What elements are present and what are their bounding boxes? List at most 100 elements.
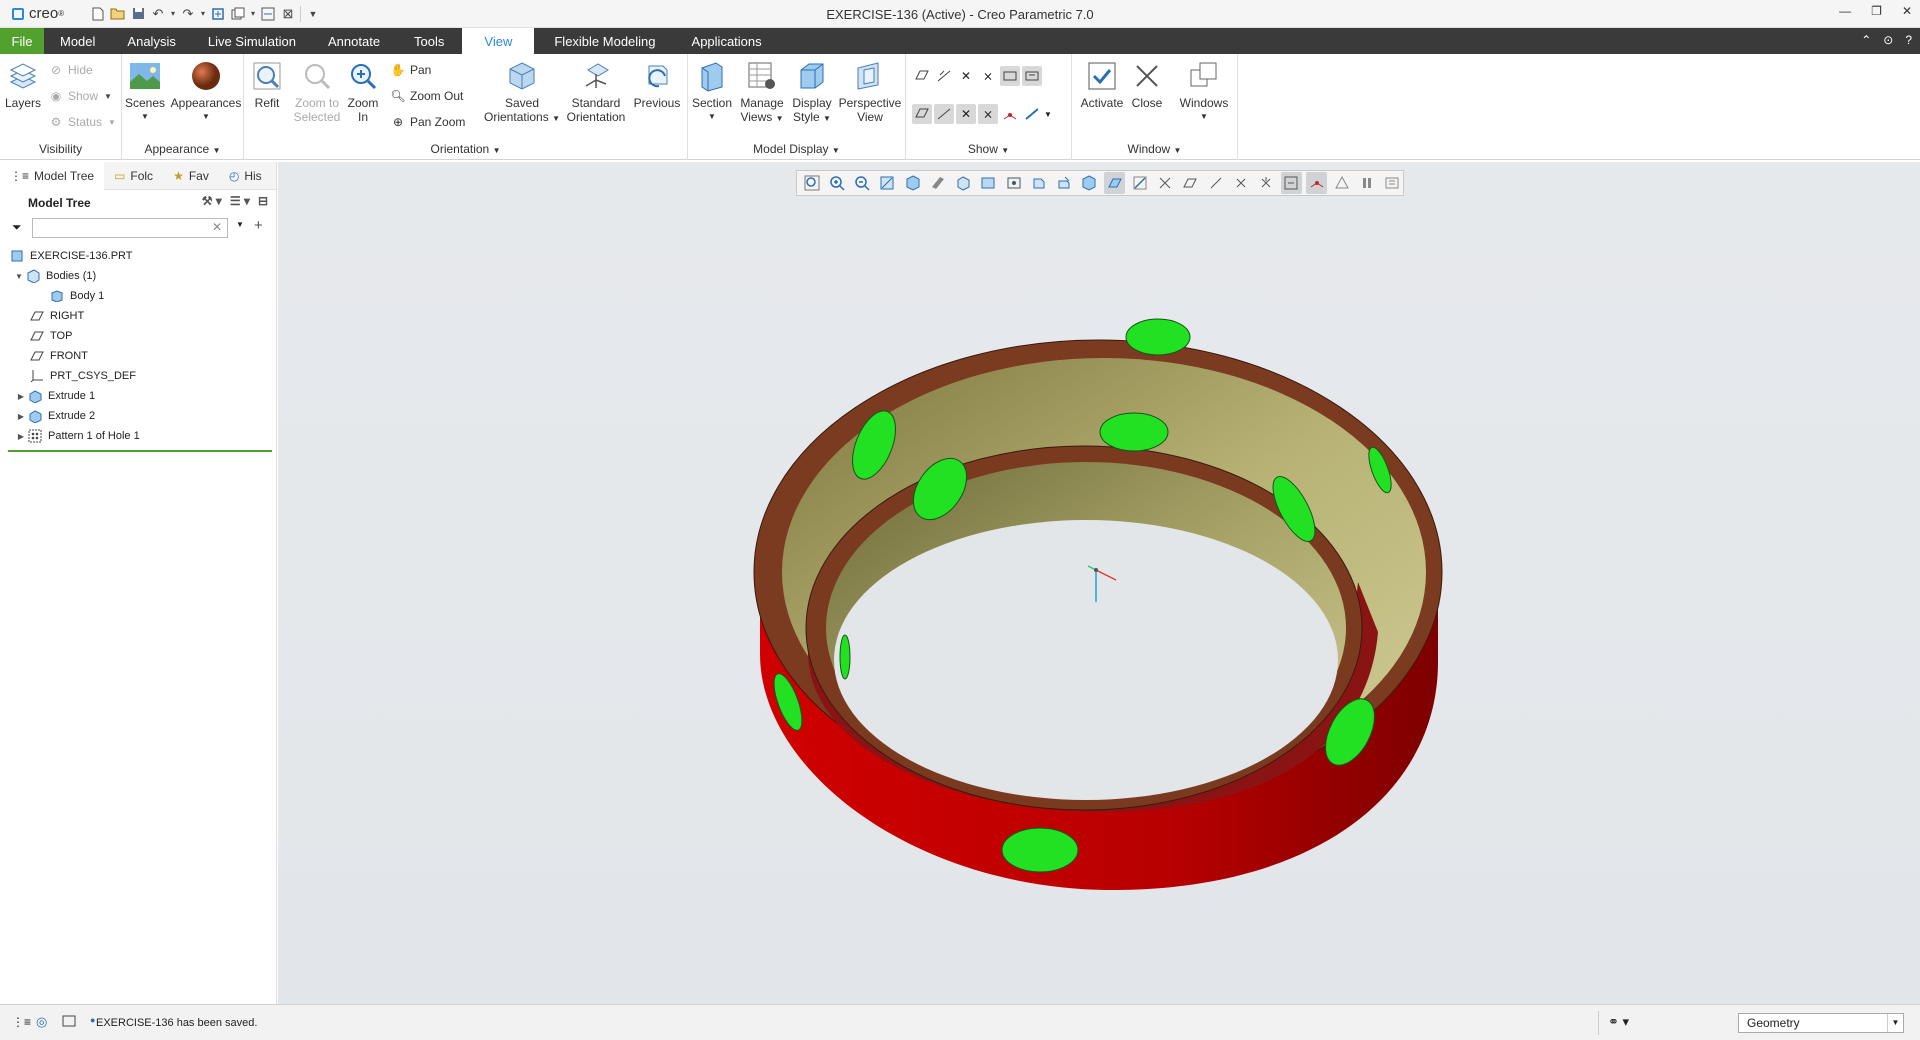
tab-favorites[interactable]: ★ Fav bbox=[163, 162, 219, 190]
tab-tools[interactable]: Tools bbox=[396, 28, 462, 54]
hole[interactable] bbox=[1125, 318, 1191, 356]
toggle-navigator-icon[interactable]: ⋮≡ bbox=[12, 1015, 31, 1029]
group-label-window[interactable]: Window ▼ bbox=[1072, 142, 1237, 156]
pan-zoom-button[interactable]: ⊕ Pan Zoom bbox=[390, 114, 465, 130]
expand-arrow-icon[interactable]: ▶ bbox=[14, 412, 28, 421]
find-binoculars-icon[interactable]: ⚭ ▾ bbox=[1608, 1014, 1629, 1030]
axis-tag-display-icon[interactable] bbox=[934, 104, 954, 124]
tree-settings-icon[interactable]: ⚒ ▾ bbox=[202, 194, 222, 208]
expand-arrow-icon[interactable]: ▶ bbox=[14, 392, 28, 401]
graphics-window[interactable] bbox=[278, 162, 1920, 1004]
previous-button[interactable]: Previous bbox=[632, 60, 682, 110]
minimize-icon[interactable]: — bbox=[1839, 4, 1851, 18]
tab-view[interactable]: View bbox=[462, 28, 535, 54]
full-screen-icon[interactable] bbox=[62, 1015, 76, 1030]
tab-analysis[interactable]: Analysis bbox=[111, 28, 191, 54]
axis-display-icon[interactable] bbox=[934, 66, 954, 86]
tab-flexible-modeling[interactable]: Flexible Modeling bbox=[534, 28, 675, 54]
tree-filter-options-icon[interactable]: ⊟ bbox=[258, 194, 268, 208]
close-icon[interactable]: ✕ bbox=[1902, 4, 1912, 18]
selection-filter-dropdown[interactable]: Geometry ▼ bbox=[1738, 1013, 1904, 1033]
minimize-ribbon-icon[interactable]: ⌃ bbox=[1861, 33, 1871, 47]
point-display-icon[interactable]: ✕ bbox=[956, 66, 976, 86]
standard-orientation-button[interactable]: Standard Orientation bbox=[564, 60, 628, 124]
add-item-icon[interactable]: + bbox=[254, 217, 263, 234]
hole[interactable] bbox=[839, 634, 851, 680]
tree-search-input[interactable] bbox=[32, 218, 228, 238]
tree-item-bodies[interactable]: ▼ Bodies (1) bbox=[0, 266, 276, 286]
expand-arrow-icon[interactable]: ▶ bbox=[14, 432, 28, 441]
part-model-view[interactable] bbox=[278, 162, 1920, 1004]
status-button[interactable]: ⚙ Status ▼ bbox=[48, 114, 116, 130]
tab-file[interactable]: File bbox=[0, 28, 44, 54]
browser-icon[interactable]: ◎ bbox=[36, 1014, 47, 1030]
windows-button[interactable]: Windows ▼ bbox=[1176, 60, 1232, 124]
csys-tag-display-icon[interactable]: ⨯ bbox=[978, 104, 998, 124]
tab-live-simulation[interactable]: Live Simulation bbox=[192, 28, 312, 54]
help-icon[interactable]: ? bbox=[1905, 33, 1912, 47]
tree-item-datum-plane[interactable]: TOP bbox=[0, 326, 276, 346]
close-window-button[interactable]: Close bbox=[1128, 60, 1166, 110]
restore-icon[interactable]: ❐ bbox=[1871, 4, 1882, 18]
hole[interactable] bbox=[1001, 827, 1079, 873]
group-label-appearance[interactable]: Appearance ▼ bbox=[122, 142, 243, 156]
collapse-arrow-icon[interactable]: ▼ bbox=[12, 272, 26, 281]
redo-dropdown-icon[interactable]: ▾ bbox=[198, 4, 208, 24]
insert-indicator[interactable] bbox=[8, 450, 272, 452]
perspective-view-button[interactable]: Perspective View bbox=[838, 60, 902, 124]
datum-display-filters-icon[interactable] bbox=[1022, 104, 1042, 124]
saved-orientations-button[interactable]: Saved Orientations ▼ bbox=[482, 60, 562, 126]
group-label-show[interactable]: Show ▼ bbox=[906, 142, 1071, 156]
tree-item-body[interactable]: Body 1 bbox=[0, 286, 276, 306]
spin-center-icon[interactable] bbox=[1000, 104, 1020, 124]
tab-folder-browser[interactable]: ▭ Folc bbox=[104, 162, 163, 190]
appearances-button[interactable]: Appearances ▼ bbox=[171, 60, 241, 124]
layers-button[interactable]: Layers bbox=[4, 60, 42, 110]
clear-search-icon[interactable]: ✕ bbox=[212, 220, 222, 234]
tree-item-extrude[interactable]: ▶ Extrude 1 bbox=[0, 386, 276, 406]
tree-item-csys[interactable]: PRT_CSYS_DEF bbox=[0, 366, 276, 386]
redo-icon[interactable]: ↷ bbox=[178, 4, 198, 24]
annotation-display-icon[interactable] bbox=[912, 104, 932, 124]
tab-applications[interactable]: Applications bbox=[676, 28, 778, 54]
windows-dropdown-icon[interactable]: ▾ bbox=[248, 4, 258, 24]
datum-display-dropdown-icon[interactable]: ▼ bbox=[1042, 104, 1054, 124]
close-window-icon[interactable]: ⊠ bbox=[278, 4, 298, 24]
group-label-orientation[interactable]: Orientation ▼ bbox=[244, 142, 687, 156]
plane-tag-display-icon[interactable] bbox=[1000, 66, 1020, 86]
new-file-icon[interactable] bbox=[88, 4, 108, 24]
zoom-out-button[interactable]: 🔍︎ Zoom Out bbox=[390, 88, 463, 104]
show-button[interactable]: ◉ Show ▼ bbox=[48, 88, 112, 104]
tree-item-pattern[interactable]: ▶ Pattern 1 of Hole 1 bbox=[0, 426, 276, 446]
point-symbol-display-icon[interactable]: ✕ bbox=[956, 104, 976, 124]
plane-display-icon[interactable] bbox=[912, 66, 932, 86]
activate-button[interactable]: Activate bbox=[1078, 60, 1126, 110]
customize-quick-access-icon[interactable]: ▼ bbox=[303, 4, 323, 24]
tree-item-part[interactable]: EXERCISE-136.PRT bbox=[0, 246, 276, 266]
hole[interactable] bbox=[1099, 412, 1169, 452]
hide-button[interactable]: ⊘ Hide bbox=[48, 62, 93, 78]
tab-annotate[interactable]: Annotate bbox=[312, 28, 396, 54]
save-icon[interactable] bbox=[128, 4, 148, 24]
section-button[interactable]: Section ▼ bbox=[692, 60, 732, 124]
group-label-model-display[interactable]: Model Display ▼ bbox=[688, 142, 905, 156]
windows-icon[interactable] bbox=[228, 4, 248, 24]
refit-button[interactable]: Refit bbox=[250, 60, 284, 110]
open-file-icon[interactable] bbox=[108, 4, 128, 24]
manage-views-button[interactable]: Manage Views ▼ bbox=[738, 60, 786, 126]
csys-display-icon[interactable]: ⨯ bbox=[978, 66, 998, 86]
regenerate-icon[interactable] bbox=[208, 4, 228, 24]
tree-item-datum-plane[interactable]: FRONT bbox=[0, 346, 276, 366]
display-style-button[interactable]: Display Style ▼ bbox=[790, 60, 834, 126]
tree-columns-icon[interactable]: ☰ ▾ bbox=[230, 194, 250, 208]
scenes-button[interactable]: Scenes ▼ bbox=[125, 60, 165, 124]
tab-model-tree[interactable]: ⋮≡ Model Tree bbox=[0, 161, 105, 190]
command-search-icon[interactable]: ⊙ bbox=[1883, 33, 1893, 47]
undo-dropdown-icon[interactable]: ▾ bbox=[168, 4, 178, 24]
tab-model[interactable]: Model bbox=[44, 28, 111, 54]
point-tag-display-icon[interactable] bbox=[1022, 66, 1042, 86]
tree-item-datum-plane[interactable]: RIGHT bbox=[0, 306, 276, 326]
zoom-to-selected-button[interactable]: Zoom to Selected bbox=[290, 60, 344, 124]
pan-button[interactable]: ✋ Pan bbox=[390, 62, 432, 78]
search-dropdown-icon[interactable]: ▼ bbox=[236, 220, 244, 229]
